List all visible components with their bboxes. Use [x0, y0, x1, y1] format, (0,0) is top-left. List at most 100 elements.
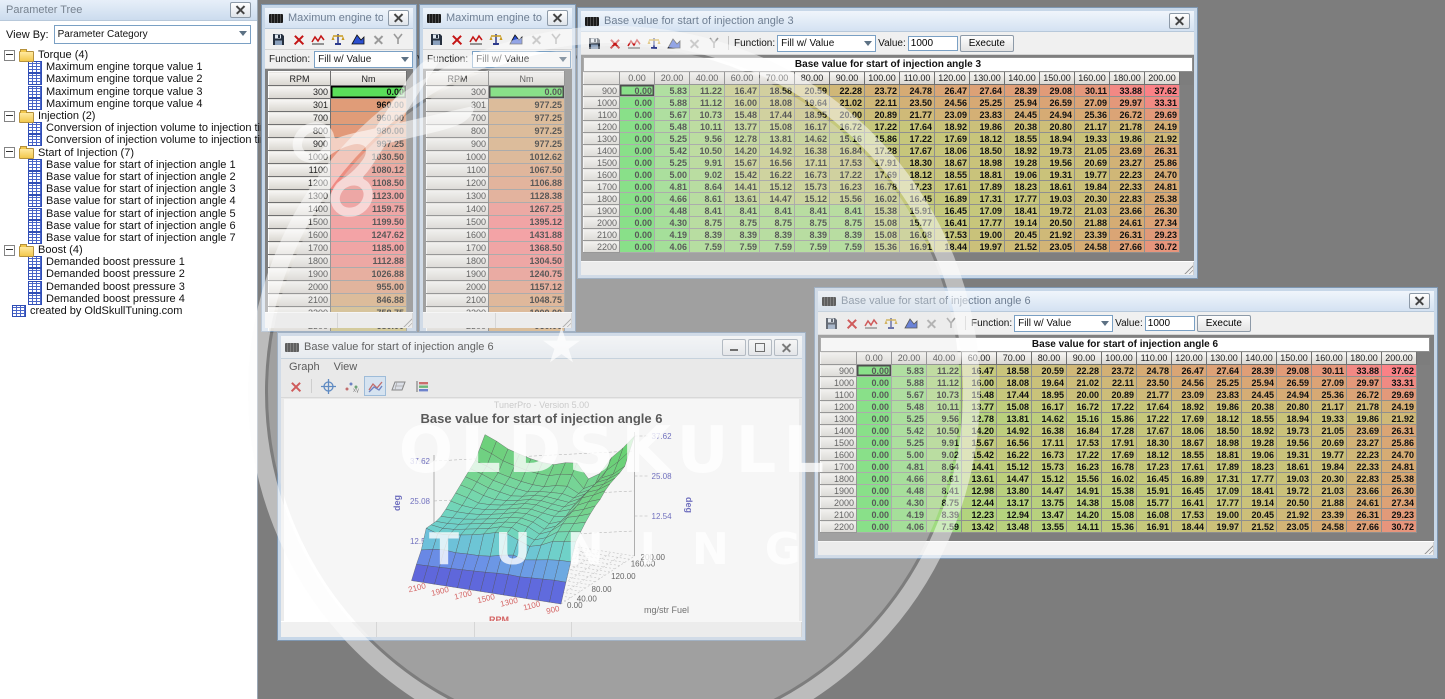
- table-cell[interactable]: 24.61: [1347, 497, 1382, 509]
- table-cell[interactable]: 22.23: [1347, 449, 1382, 461]
- table-cell[interactable]: 17.09: [970, 205, 1005, 217]
- table-cell[interactable]: 14.20: [1067, 509, 1102, 521]
- table-cell[interactable]: 26.31: [1382, 425, 1417, 437]
- table-cell[interactable]: 0.00: [620, 157, 655, 169]
- table-cell[interactable]: 16.17: [1032, 401, 1067, 413]
- table-cell[interactable]: 20.69: [1075, 157, 1110, 169]
- table-cell[interactable]: 20.30: [1312, 473, 1347, 485]
- table-cell[interactable]: 16.22: [997, 449, 1032, 461]
- table-cell[interactable]: 17.53: [935, 229, 970, 241]
- table-cell[interactable]: 16.45: [1172, 485, 1207, 497]
- table-cell[interactable]: 26.47: [1172, 365, 1207, 377]
- table-cell[interactable]: 27.64: [1207, 365, 1242, 377]
- table-cell[interactable]: 1267.25: [489, 203, 565, 216]
- table-cell[interactable]: 17.69: [865, 169, 900, 181]
- table-cell[interactable]: 5.67: [655, 109, 690, 121]
- table-cell[interactable]: 26.59: [1040, 97, 1075, 109]
- table-cell[interactable]: 5.25: [892, 413, 927, 425]
- table-cell[interactable]: 977.25: [489, 125, 565, 138]
- table-cell[interactable]: 16.56: [997, 437, 1032, 449]
- table-cell[interactable]: 0.00: [620, 205, 655, 217]
- table-cell[interactable]: 13.80: [997, 485, 1032, 497]
- table-cell[interactable]: 27.64: [970, 85, 1005, 97]
- table-cell[interactable]: 18.92: [1005, 145, 1040, 157]
- maximize-button[interactable]: [748, 339, 772, 356]
- table-cell[interactable]: 24.45: [1242, 389, 1277, 401]
- table-cell[interactable]: 26.72: [1347, 389, 1382, 401]
- table-cell[interactable]: 15.08: [1102, 509, 1137, 521]
- table-cell[interactable]: 37.62: [1382, 365, 1417, 377]
- execute-button[interactable]: Execute: [1197, 315, 1251, 332]
- table-cell[interactable]: 20.30: [1075, 193, 1110, 205]
- table-cell[interactable]: 21.02: [1067, 377, 1102, 389]
- table-cell[interactable]: 1247.62: [331, 229, 407, 242]
- table-cell[interactable]: 18.30: [900, 157, 935, 169]
- table-cell[interactable]: 16.73: [1032, 449, 1067, 461]
- table-cell[interactable]: 19.86: [1347, 413, 1382, 425]
- table-cell[interactable]: 19.72: [1277, 485, 1312, 497]
- table-cell[interactable]: 18.95: [795, 109, 830, 121]
- table-cell[interactable]: 10.73: [690, 109, 725, 121]
- table-cell[interactable]: 22.11: [1102, 377, 1137, 389]
- table-cell[interactable]: 24.19: [1382, 401, 1417, 413]
- table-cell[interactable]: 7.59: [830, 241, 865, 253]
- table-cell[interactable]: 13.61: [962, 473, 997, 485]
- table-cell[interactable]: 16.84: [1067, 425, 1102, 437]
- table-cell[interactable]: 25.38: [1145, 193, 1180, 205]
- table-cell[interactable]: 18.50: [1207, 425, 1242, 437]
- table-cell[interactable]: 26.30: [1145, 205, 1180, 217]
- function-select[interactable]: Fill w/ Value: [1014, 315, 1113, 332]
- table-cell[interactable]: 7.59: [725, 241, 760, 253]
- table-cell[interactable]: 18.98: [970, 157, 1005, 169]
- table-cell[interactable]: 15.12: [795, 193, 830, 205]
- table-cell[interactable]: 0.00: [857, 509, 892, 521]
- table-cell[interactable]: 14.92: [760, 145, 795, 157]
- table-cell[interactable]: 18.61: [1277, 461, 1312, 473]
- table-cell[interactable]: 14.62: [1032, 413, 1067, 425]
- table-cell[interactable]: 18.41: [1242, 485, 1277, 497]
- table-cell[interactable]: 14.47: [997, 473, 1032, 485]
- table-cell[interactable]: 18.12: [970, 133, 1005, 145]
- table-cell[interactable]: 18.12: [900, 169, 935, 181]
- tree-item[interactable]: Maximum engine torque value 2: [4, 73, 257, 85]
- close-button[interactable]: [774, 339, 798, 356]
- table-cell[interactable]: 15.77: [900, 217, 935, 229]
- table-cell[interactable]: 8.39: [690, 229, 725, 241]
- table-cell[interactable]: 23.69: [1347, 425, 1382, 437]
- surface-icon[interactable]: [389, 377, 409, 395]
- table-cell[interactable]: 0.00: [620, 217, 655, 229]
- table-cell[interactable]: 29.69: [1382, 389, 1417, 401]
- table-cell[interactable]: 23.27: [1347, 437, 1382, 449]
- table-cell[interactable]: 22.28: [1067, 365, 1102, 377]
- table-cell[interactable]: 17.09: [1207, 485, 1242, 497]
- table-cell[interactable]: 16.91: [900, 241, 935, 253]
- table-cell[interactable]: 16.23: [1067, 461, 1102, 473]
- table-cell[interactable]: 24.56: [935, 97, 970, 109]
- table-cell[interactable]: 16.78: [1102, 461, 1137, 473]
- table-cell[interactable]: 24.78: [1137, 365, 1172, 377]
- table-cell[interactable]: 8.39: [725, 229, 760, 241]
- table-cell[interactable]: 18.92: [935, 121, 970, 133]
- table-cell[interactable]: 28.39: [1005, 85, 1040, 97]
- table-cell[interactable]: 17.67: [1137, 425, 1172, 437]
- table-cell[interactable]: 16.45: [1137, 473, 1172, 485]
- table-cell[interactable]: 18.55: [935, 169, 970, 181]
- table-cell[interactable]: 25.36: [1312, 389, 1347, 401]
- menu-view[interactable]: View: [334, 361, 358, 373]
- table-cell[interactable]: 23.50: [900, 97, 935, 109]
- graph-icon[interactable]: [309, 31, 327, 47]
- x-axis-icon[interactable]: [527, 31, 545, 47]
- surface-plot[interactable]: 12.5412.5425.0825.0837.6237.622100190017…: [314, 399, 784, 621]
- table-cell[interactable]: 15.91: [1137, 485, 1172, 497]
- table-cell[interactable]: 1067.50: [489, 164, 565, 177]
- expander-icon[interactable]: [4, 147, 15, 158]
- table-cell[interactable]: 0.00: [620, 121, 655, 133]
- table-cell[interactable]: 19.31: [1277, 449, 1312, 461]
- table-cell[interactable]: 21.88: [1312, 497, 1347, 509]
- table-cell[interactable]: 16.00: [962, 377, 997, 389]
- table-cell[interactable]: 20.50: [1277, 497, 1312, 509]
- table-cell[interactable]: 17.22: [830, 169, 865, 181]
- table-cell[interactable]: 22.83: [1110, 193, 1145, 205]
- table-cell[interactable]: 18.44: [935, 241, 970, 253]
- table-cell[interactable]: 16.45: [935, 205, 970, 217]
